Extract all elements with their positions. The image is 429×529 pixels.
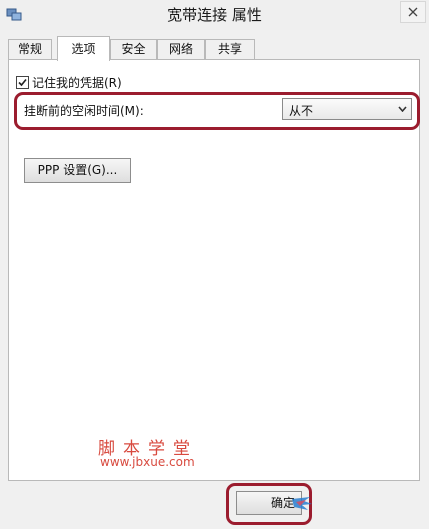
idle-time-selected-value: 从不 <box>289 104 314 118</box>
idle-time-select[interactable]: 从不 <box>282 98 412 120</box>
close-button[interactable] <box>400 1 426 23</box>
window-title: 宽带连接 属性 <box>167 6 262 24</box>
tab-sharing[interactable]: 共享 <box>205 39 255 59</box>
chevron-down-icon <box>398 106 407 112</box>
checkmark-icon <box>18 78 27 87</box>
tab-security[interactable]: 安全 <box>110 39 157 59</box>
watermark-url: www.jbxue.com <box>100 455 195 469</box>
tab-options[interactable]: 选项 <box>57 36 110 61</box>
idle-time-label: 挂断前的空闲时间(M): <box>24 104 144 118</box>
title-bar: 宽带连接 属性 <box>0 0 429 30</box>
remember-credentials-label: 记住我的凭据(R) <box>32 76 122 90</box>
tab-general[interactable]: 常规 <box>8 39 52 59</box>
properties-dialog: 宽带连接 属性 常规 选项 安全 网络 共享 记住我的凭据(R) 挂断前的空闲时… <box>0 0 429 529</box>
cursor-artifact-icon <box>292 497 312 510</box>
remember-credentials-option[interactable]: 记住我的凭据(R) <box>16 75 122 90</box>
close-icon <box>408 7 418 17</box>
ppp-settings-button[interactable]: PPP 设置(G)... <box>24 158 131 183</box>
tab-network[interactable]: 网络 <box>157 39 205 59</box>
remember-credentials-checkbox[interactable] <box>16 76 29 89</box>
